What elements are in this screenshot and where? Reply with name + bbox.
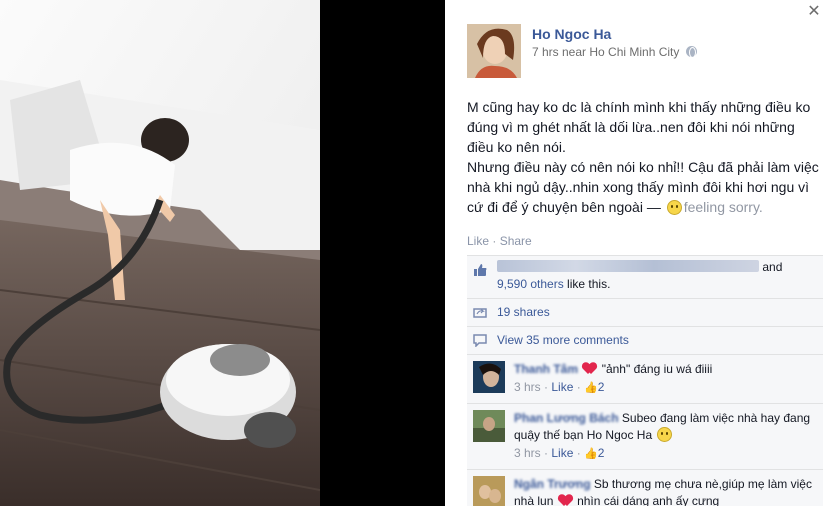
blurred-names [497,260,759,272]
photo-viewer [0,0,445,506]
post-message: M cũng hay ko dc là chính mình khi thấy … [467,97,823,217]
comment: Ngân Trương Sb thương mẹ chưa nè,giúp mẹ… [467,469,823,506]
commenter-avatar[interactable] [473,410,505,442]
commenter-name[interactable]: Thanh Tâm [514,362,578,376]
sad-face-icon [666,200,682,215]
likes-count-link[interactable]: 9,590 others [497,277,564,291]
commenter-avatar-image [473,361,505,393]
thumbs-up-icon: 👍 [584,382,598,394]
author-avatar[interactable] [467,24,521,78]
heart-icon [583,363,596,374]
likes-and: and [762,260,783,274]
comment-like-count[interactable]: 2 [598,446,605,460]
thumbs-up-icon: 👍 [584,448,598,460]
commenter-avatar[interactable] [473,476,505,506]
post-time-location[interactable]: 7 hrs near Ho Chi Minh City [532,45,679,59]
like-link[interactable]: Like [467,234,489,248]
smile-icon [657,427,673,442]
action-separator: · [489,234,500,248]
photo-illustration [0,0,320,506]
comment-like-link[interactable]: Like [551,380,573,394]
post-meta: 7 hrs near Ho Chi Minh City [532,45,697,59]
author-name[interactable]: Ho Ngoc Ha [532,26,611,42]
comment: Thanh Tâm "ảnh" đáng iu wá điiii 3 hrs ·… [467,354,823,403]
thumbs-up-icon [474,264,487,276]
commenter-avatar[interactable] [473,361,505,393]
shares-link[interactable]: 19 shares [497,305,550,319]
view-comments-row: View 35 more comments [467,326,823,354]
comment-meta: 3 hrs · Like · 👍2 [514,379,815,397]
post-photo[interactable] [0,0,320,506]
likes-tail: like this. [563,277,611,291]
comment-icon [473,334,487,347]
heart-icon [559,495,572,506]
view-more-comments-link[interactable]: View 35 more comments [497,333,629,347]
shares-row: 19 shares [467,298,823,326]
post-panel: ✕ Ho Ngoc Ha 7 hrs near Ho Chi Minh City… [445,0,828,506]
post-paragraph: M cũng hay ko dc là chính mình khi thấy … [467,99,811,155]
comment-text: "ảnh" đáng iu wá điiii [601,362,713,376]
share-link[interactable]: Share [500,234,532,248]
post-actions: Like · Share [467,234,532,248]
post-paragraph: Nhưng điều này có nên nói ko nhỉ!! Cậu đ… [467,157,823,217]
close-icon[interactable]: ✕ [806,4,822,20]
commenter-name[interactable]: Ngân Trương [514,477,591,491]
feedback-box: and 9,590 others like this. 19 shares Vi… [467,255,823,506]
comment-meta: 3 hrs · Like · 👍2 [514,445,815,463]
post-paragraph-text: Nhưng điều này có nên nói ko nhỉ!! Cậu đ… [467,159,819,215]
comment-like-count[interactable]: 2 [598,380,605,394]
comment-time[interactable]: 3 hrs [514,380,541,394]
post-header: Ho Ngoc Ha 7 hrs near Ho Chi Minh City [467,24,818,80]
commenter-avatar-image [473,410,505,442]
globe-icon [685,46,697,58]
comment-mention-link[interactable]: Ho Ngoc Ha [587,428,652,442]
share-icon [473,308,487,318]
commenter-name[interactable]: Phan Lương Bách [514,411,619,425]
comment: Phan Lương Bách Subeo đang làm việc nhà … [467,403,823,469]
comment-time[interactable]: 3 hrs [514,446,541,460]
feeling-text[interactable]: feeling sorry. [684,199,763,215]
comment-like-link[interactable]: Like [551,446,573,460]
avatar-image [467,24,521,78]
likes-summary: and 9,590 others like this. [467,255,823,298]
commenter-avatar-image [473,476,505,506]
comment-text-continued: nhìn cái dáng anh ấy cưng [577,494,720,506]
